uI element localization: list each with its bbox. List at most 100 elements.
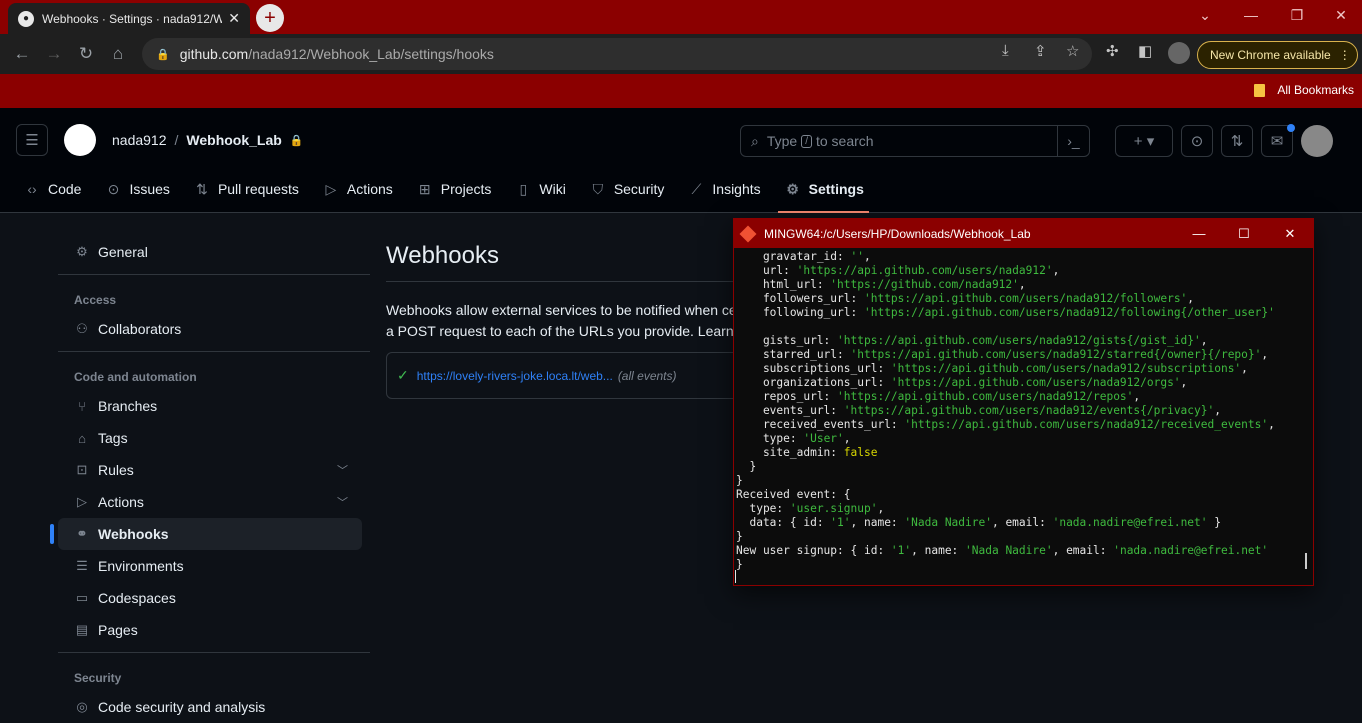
terminal-line: received_events_url: 'https://api.github… <box>736 418 1311 432</box>
forward-icon[interactable]: → <box>42 42 66 66</box>
tab-insights[interactable]: ⟋ Insights <box>688 178 774 200</box>
github-logo-icon[interactable] <box>64 124 96 156</box>
address-bar[interactable]: 🔒 github.com/nada912/Webhook_Lab/setting… <box>142 38 1092 70</box>
sidebar-item-branches[interactable]: ⑂ Branches <box>58 390 362 422</box>
url-path: /nada912/Webhook_Lab/settings/hooks <box>248 46 494 62</box>
code-icon: ‹› <box>27 181 37 197</box>
description-line: Webhooks allow external services to be n… <box>386 302 737 318</box>
terminal-close-button[interactable]: ✕ <box>1267 219 1313 248</box>
terminal-maximize-button[interactable]: ☐ <box>1221 219 1267 248</box>
command-palette-icon[interactable]: ›_ <box>1057 126 1089 156</box>
more-menu-icon[interactable]: ⋮ <box>1339 48 1351 62</box>
tab-close-icon[interactable]: ✕ <box>228 10 240 27</box>
tab-wiki[interactable]: ▯ Wiki <box>515 178 579 200</box>
search-input[interactable]: ⌕ Type / to search ›_ <box>740 125 1090 157</box>
home-icon[interactable]: ⌂ <box>106 42 130 66</box>
terminal-line: New user signup: { id: '1', name: 'Nada … <box>736 544 1311 558</box>
back-icon[interactable]: ← <box>10 42 34 66</box>
minimize-button[interactable]: — <box>1228 0 1274 30</box>
extensions-icon[interactable]: ✣ <box>1106 42 1119 60</box>
sidebar-item-webhooks[interactable]: ⚭ Webhooks <box>50 518 362 550</box>
url-host: github.com <box>179 46 249 62</box>
terminal-text: data: { id: <box>736 516 831 529</box>
chevron-down-icon[interactable]: ﹀ <box>337 494 348 510</box>
page-title: Webhooks <box>386 242 499 269</box>
sidebar-item-actions[interactable]: ▷ Actions ﹀ <box>58 486 362 518</box>
search-icon: ⌕ <box>751 132 759 149</box>
all-bookmarks-button[interactable]: All Bookmarks <box>1254 83 1354 97</box>
terminal-text: } <box>736 558 743 571</box>
issues-icon[interactable]: ⊙ <box>1181 125 1213 157</box>
webhook-url-link[interactable]: https://lovely-rivers-joke.loca.lt/web..… <box>417 369 613 383</box>
new-tab-button[interactable]: + <box>256 4 284 32</box>
terminal-text: 'https://api.github.com/users/nada912/or… <box>890 376 1181 389</box>
section-heading-security: Security <box>74 671 122 685</box>
share-icon[interactable]: ⇪ <box>1034 42 1047 60</box>
terminal-text: , <box>1133 390 1141 403</box>
terminal-line: repos_url: 'https://api.github.com/users… <box>736 390 1311 404</box>
terminal-output[interactable]: gravatar_id: '', url: 'https://api.githu… <box>734 248 1313 585</box>
pull-request-icon: ⇅ <box>196 180 208 197</box>
repo-link[interactable]: Webhook_Lab <box>186 132 281 148</box>
update-chrome-button[interactable]: New Chrome available ⋮ <box>1197 41 1358 69</box>
hamburger-menu-icon[interactable]: ☰ <box>16 124 48 156</box>
sidebar-item-collaborators[interactable]: ⚇ Collaborators <box>58 313 362 345</box>
github-header: ☰ nada912 / Webhook_Lab 🔒 ⌕ Type / to se… <box>0 108 1362 213</box>
terminal-line: url: 'https://api.github.com/users/nada9… <box>736 264 1311 278</box>
restore-button[interactable]: ❐ <box>1274 0 1320 30</box>
user-avatar[interactable] <box>1301 125 1333 157</box>
terminal-text: html_url: <box>736 278 831 291</box>
terminal-text: 'https://api.github.com/users/nada912/gi… <box>837 334 1201 347</box>
sidebar-item-code-security[interactable]: ◎ Code security and analysis <box>58 691 362 723</box>
sidebar-item-pages[interactable]: ▤ Pages <box>58 614 362 646</box>
site-info-icon[interactable]: 🔒 <box>156 48 170 61</box>
terminal-minimize-button[interactable]: — <box>1176 219 1222 248</box>
terminal-text: 'https://api.github.com/users/nada912/su… <box>890 362 1242 375</box>
issue-icon: ⊙ <box>107 180 120 197</box>
terminal-title: MINGW64:/c/Users/HP/Downloads/Webhook_La… <box>764 226 1031 241</box>
reload-icon[interactable]: ↻ <box>74 42 98 66</box>
close-window-button[interactable]: ✕ <box>1318 0 1362 30</box>
tab-search-icon[interactable]: ⌄ <box>1182 0 1228 30</box>
terminal-text: type: <box>736 432 804 445</box>
pull-requests-icon[interactable]: ⇅ <box>1221 125 1253 157</box>
profile-avatar[interactable] <box>1168 42 1190 64</box>
owner-link[interactable]: nada912 <box>112 132 167 148</box>
chevron-down-icon[interactable]: ﹀ <box>337 462 348 478</box>
sidebar-item-general[interactable]: ⚙ General <box>58 236 362 268</box>
tab-issues[interactable]: ⊙ Issues <box>105 178 183 200</box>
tab-label: Pull requests <box>217 181 299 197</box>
side-panel-icon[interactable]: ◧ <box>1138 42 1152 60</box>
tab-title: Webhooks · Settings · nada912/W <box>42 11 223 26</box>
create-new-button[interactable]: + ▾ <box>1115 125 1173 157</box>
tab-security[interactable]: ⛉ Security <box>590 178 679 200</box>
terminal-title-bar[interactable]: MINGW64:/c/Users/HP/Downloads/Webhook_La… <box>734 219 1313 248</box>
sidebar-item-environments[interactable]: ☰ Environments <box>58 550 362 582</box>
search-placeholder-prefix: Type <box>766 133 798 149</box>
tab-projects[interactable]: ⊞ Projects <box>417 178 506 200</box>
terminal-line: subscriptions_url: 'https://api.github.c… <box>736 362 1311 376</box>
tag-icon: ⌂ <box>78 430 86 446</box>
gear-icon: ⚙ <box>786 180 799 197</box>
sidebar-item-rules[interactable]: ⊡ Rules ﹀ <box>58 454 362 486</box>
terminal-text: , <box>1018 278 1026 291</box>
terminal-text: 'https://api.github.com/users/nada912/fo… <box>863 292 1188 305</box>
sidebar-item-label: Collaborators <box>98 321 182 337</box>
tab-settings[interactable]: ⚙ Settings <box>785 178 878 200</box>
terminal-line: Received event: { <box>736 488 1311 502</box>
tab-code[interactable]: ‹› Code <box>24 178 95 200</box>
terminal-text: , <box>1180 376 1188 389</box>
terminal-text: , <box>1187 292 1195 305</box>
install-icon[interactable]: ⤓ <box>1002 42 1009 59</box>
browser-tab[interactable]: ● Webhooks · Settings · nada912/W ✕ <box>8 3 250 34</box>
terminal-scrollbar[interactable] <box>1305 553 1307 569</box>
star-icon[interactable]: ☆ <box>1066 42 1079 60</box>
tab-pull-requests[interactable]: ⇅ Pull requests <box>194 178 313 200</box>
sidebar-item-tags[interactable]: ⌂ Tags <box>58 422 362 454</box>
tab-actions[interactable]: ▷ Actions <box>323 178 407 200</box>
folder-icon <box>1254 83 1266 97</box>
sidebar-item-codespaces[interactable]: ▭ Codespaces <box>58 582 362 614</box>
terminal-line: } <box>736 558 1311 572</box>
terminal-line: site_admin: false <box>736 446 1311 460</box>
